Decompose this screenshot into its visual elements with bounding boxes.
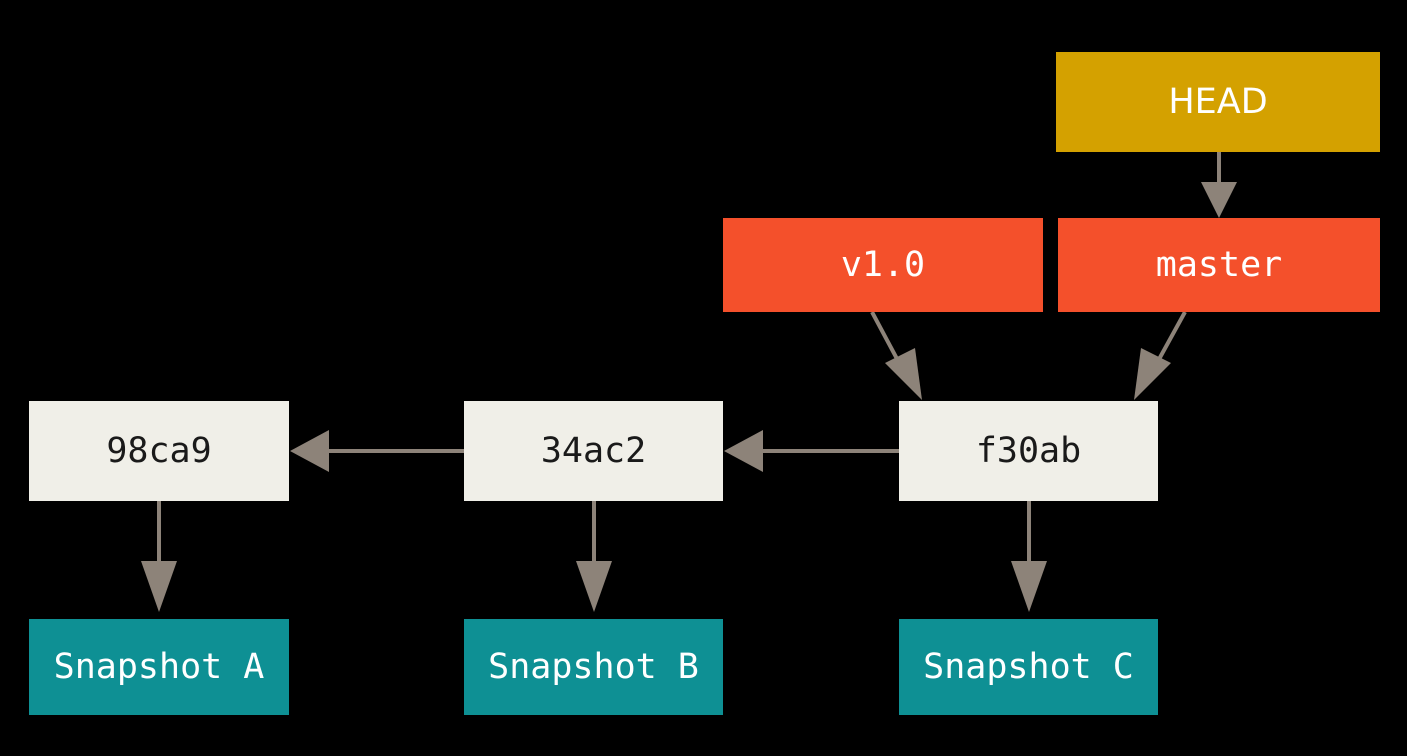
edge-f30ab-to-34ac2: [724, 430, 899, 472]
commit-node-98ca9[interactable]: 98ca9: [29, 401, 289, 501]
edge-34ac2-to-98ca9: [290, 430, 464, 472]
edge-f30ab-to-snapshot-c: [1011, 501, 1047, 612]
snapshot-node-a[interactable]: Snapshot A: [29, 619, 289, 715]
tag-node-v1-0[interactable]: v1.0: [723, 218, 1043, 312]
edge-v1-to-f30ab: [870, 311, 922, 400]
head-pointer-node[interactable]: HEAD: [1056, 52, 1380, 152]
branch-node-master[interactable]: master: [1058, 218, 1380, 312]
commit-node-34ac2[interactable]: 34ac2: [464, 401, 723, 501]
edge-98ca9-to-snapshot-a: [141, 501, 177, 612]
edge-master-to-f30ab: [1134, 311, 1187, 400]
commit-node-f30ab[interactable]: f30ab: [899, 401, 1158, 501]
snapshot-node-c[interactable]: Snapshot C: [899, 619, 1158, 715]
edge-34ac2-to-snapshot-b: [576, 501, 612, 612]
git-diagram-canvas: HEAD v1.0 master 98ca9 34ac2 f30ab Snaps…: [0, 0, 1407, 756]
edge-head-to-master: [1201, 152, 1237, 218]
snapshot-node-b[interactable]: Snapshot B: [464, 619, 723, 715]
